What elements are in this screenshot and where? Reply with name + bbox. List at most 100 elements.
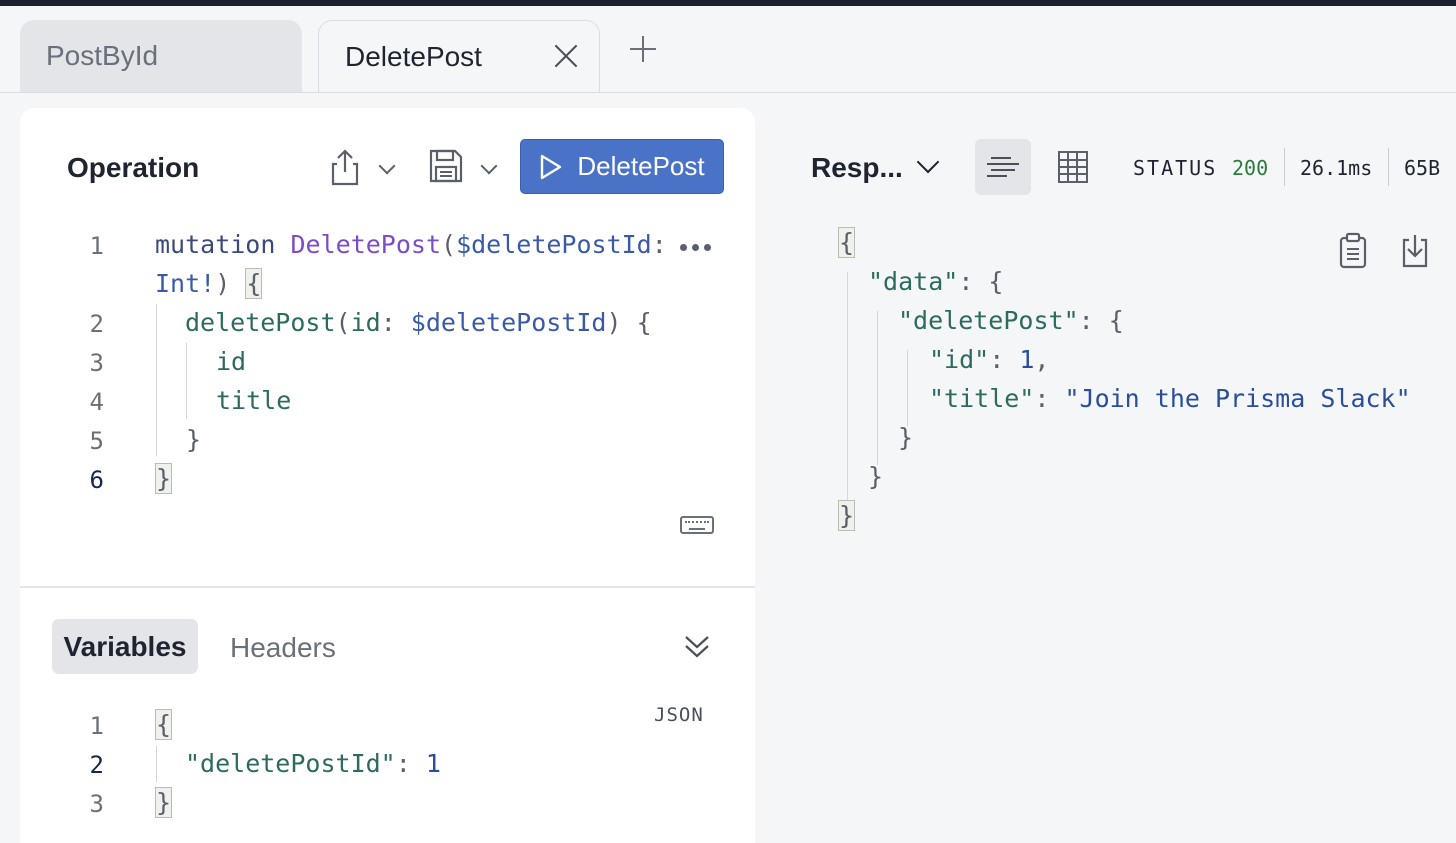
keyboard-icon[interactable] [680, 516, 714, 534]
code-punct: : [380, 308, 411, 337]
json-brace: } [838, 500, 856, 531]
line-number: 2 [89, 751, 104, 779]
run-operation-button[interactable]: DeletePost [520, 139, 724, 194]
save-menu-chevron[interactable] [480, 157, 498, 178]
response-size: 65B [1404, 156, 1441, 180]
indent-guide [156, 304, 157, 456]
line-number: 4 [89, 388, 104, 416]
code-line: deletePost(id: $deletePostId) { [185, 308, 652, 337]
code-arg: id [350, 308, 381, 337]
text-view-button[interactable] [975, 139, 1031, 195]
code-line: Int!) { [155, 268, 263, 299]
status-label: STATUS [1133, 156, 1218, 180]
json-value: 1 [1019, 345, 1035, 374]
code-line: "title": "Join the Prisma Slack" [929, 384, 1411, 413]
code-line: } [838, 500, 856, 531]
json-punct: : { [958, 267, 1004, 296]
json-key: "title" [929, 384, 1035, 413]
code-line: id [216, 347, 246, 376]
code-line: } [155, 463, 173, 494]
tab-deletepost[interactable]: DeletePost [318, 20, 600, 93]
indent-guide [847, 272, 848, 504]
table-view-button[interactable] [1046, 139, 1102, 195]
code-brace: { [636, 308, 652, 337]
code-keyword: mutation [155, 230, 276, 259]
add-tab-icon[interactable] [630, 36, 656, 62]
code-line: "id": 1, [929, 345, 1049, 374]
code-punct: : [651, 230, 667, 259]
line-number: 6 [89, 466, 104, 494]
code-line: } [868, 462, 883, 491]
play-icon [541, 154, 562, 179]
chevron-down-icon[interactable] [916, 150, 940, 174]
code-line: } [155, 787, 173, 818]
tab-postbyid[interactable]: PostById [20, 20, 302, 92]
code-variable: $deletePostId [456, 230, 652, 259]
save-icon[interactable] [428, 148, 464, 184]
code-brace: { [245, 268, 263, 299]
chevron-down-icon [480, 157, 498, 175]
more-icon[interactable] [680, 244, 711, 251]
indent-guide [156, 746, 157, 782]
operation-title: Operation [67, 152, 200, 183]
code-line: } [186, 425, 201, 454]
divider [1284, 148, 1285, 186]
run-button-label: DeletePost [577, 151, 705, 181]
divider [1388, 148, 1389, 186]
download-icon[interactable] [1400, 232, 1430, 270]
json-punct: : [989, 345, 1020, 374]
line-number: 3 [89, 349, 104, 377]
close-icon[interactable] [553, 43, 579, 69]
code-line: mutation DeletePost($deletePostId: [155, 230, 667, 259]
json-key: "data" [868, 267, 959, 296]
tab-headers[interactable]: Headers [230, 632, 336, 664]
format-label: JSON [654, 704, 704, 726]
collapse-chevron-icon[interactable] [682, 632, 712, 662]
code-brace: } [155, 787, 173, 818]
text-align-icon [987, 157, 1019, 177]
share-icon[interactable] [328, 148, 362, 186]
code-punct: ( [441, 230, 457, 259]
code-line: title [216, 386, 291, 415]
tab-label: PostById [46, 40, 159, 71]
operation-editor-panel: Operation DeletePost 1 2 3 4 5 6 mutatio… [20, 108, 755, 586]
code-punct: ( [335, 308, 351, 337]
indent-guide [186, 343, 187, 419]
code-type: Int! [155, 269, 216, 298]
indent-guide [877, 311, 878, 465]
json-key: "deletePost" [898, 306, 1079, 335]
code-line: "data": { [868, 267, 1003, 296]
response-title[interactable]: Resp... [811, 152, 903, 184]
window-top-bar [0, 0, 1456, 6]
code-brace: { [155, 709, 173, 740]
code-line: "deletePostId": 1 [185, 749, 441, 778]
code-punct: : [395, 749, 426, 778]
table-icon [1058, 151, 1088, 183]
tab-variables[interactable]: Variables [52, 619, 198, 674]
code-punct: ) [606, 308, 622, 337]
json-brace: } [868, 462, 884, 491]
code-field: title [216, 386, 292, 415]
line-number: 5 [89, 427, 104, 455]
code-operation-name: DeletePost [290, 230, 441, 259]
share-menu-chevron[interactable] [378, 157, 396, 178]
response-time: 26.1ms [1300, 156, 1373, 180]
line-number: 1 [89, 232, 104, 260]
line-number: 3 [89, 790, 104, 818]
clipboard-icon[interactable] [1338, 232, 1368, 270]
code-line: } [898, 423, 913, 452]
code-variable: $deletePostId [410, 308, 607, 337]
json-punct: : [1034, 384, 1065, 413]
json-punct: : { [1078, 306, 1124, 335]
json-key: "deletePostId" [185, 749, 396, 778]
line-number: 2 [89, 310, 104, 338]
code-brace: } [186, 425, 202, 454]
json-brace: { [838, 227, 856, 258]
code-punct: ) [215, 269, 231, 298]
chevron-down-icon [378, 157, 396, 175]
code-line: { [838, 227, 856, 258]
code-line: { [155, 709, 173, 740]
json-punct: , [1034, 345, 1050, 374]
json-value: 1 [425, 749, 441, 778]
indent-guide [907, 350, 908, 426]
